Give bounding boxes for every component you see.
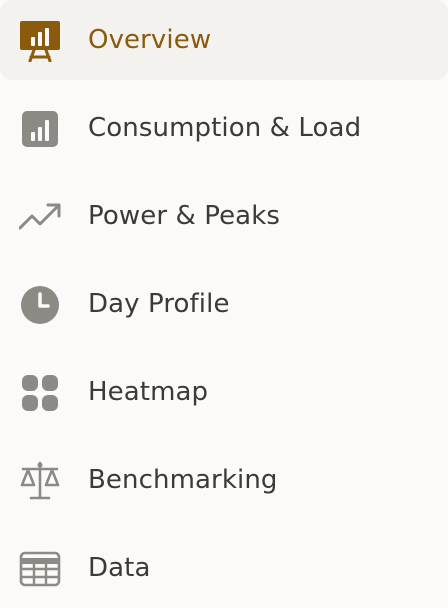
nav-item-label: Benchmarking (88, 465, 278, 495)
clock-icon (21, 286, 59, 324)
sidebar-nav: Overview Consumption & Load Power & Peak… (0, 0, 448, 608)
nav-item-heatmap[interactable]: Heatmap (0, 352, 448, 432)
nav-item-label: Power & Peaks (88, 201, 280, 231)
scale-icon (20, 461, 60, 500)
nav-item-label: Overview (88, 25, 212, 55)
trending-up-icon (19, 203, 61, 230)
grid-icon (22, 375, 58, 411)
table-icon (19, 551, 61, 587)
nav-item-benchmarking[interactable]: Benchmarking (0, 440, 448, 520)
nav-item-power-peaks[interactable]: Power & Peaks (0, 176, 448, 256)
nav-item-label: Data (88, 553, 151, 583)
nav-item-label: Consumption & Load (88, 113, 362, 143)
nav-item-consumption-load[interactable]: Consumption & Load (0, 88, 448, 168)
nav-item-day-profile[interactable]: Day Profile (0, 264, 448, 344)
nav-item-data[interactable]: Data (0, 528, 448, 608)
bar-chart-icon (22, 111, 58, 147)
nav-item-label: Heatmap (88, 377, 209, 407)
nav-item-overview[interactable]: Overview (0, 0, 448, 80)
presentation-chart-icon (20, 21, 60, 62)
nav-item-label: Day Profile (88, 289, 230, 319)
